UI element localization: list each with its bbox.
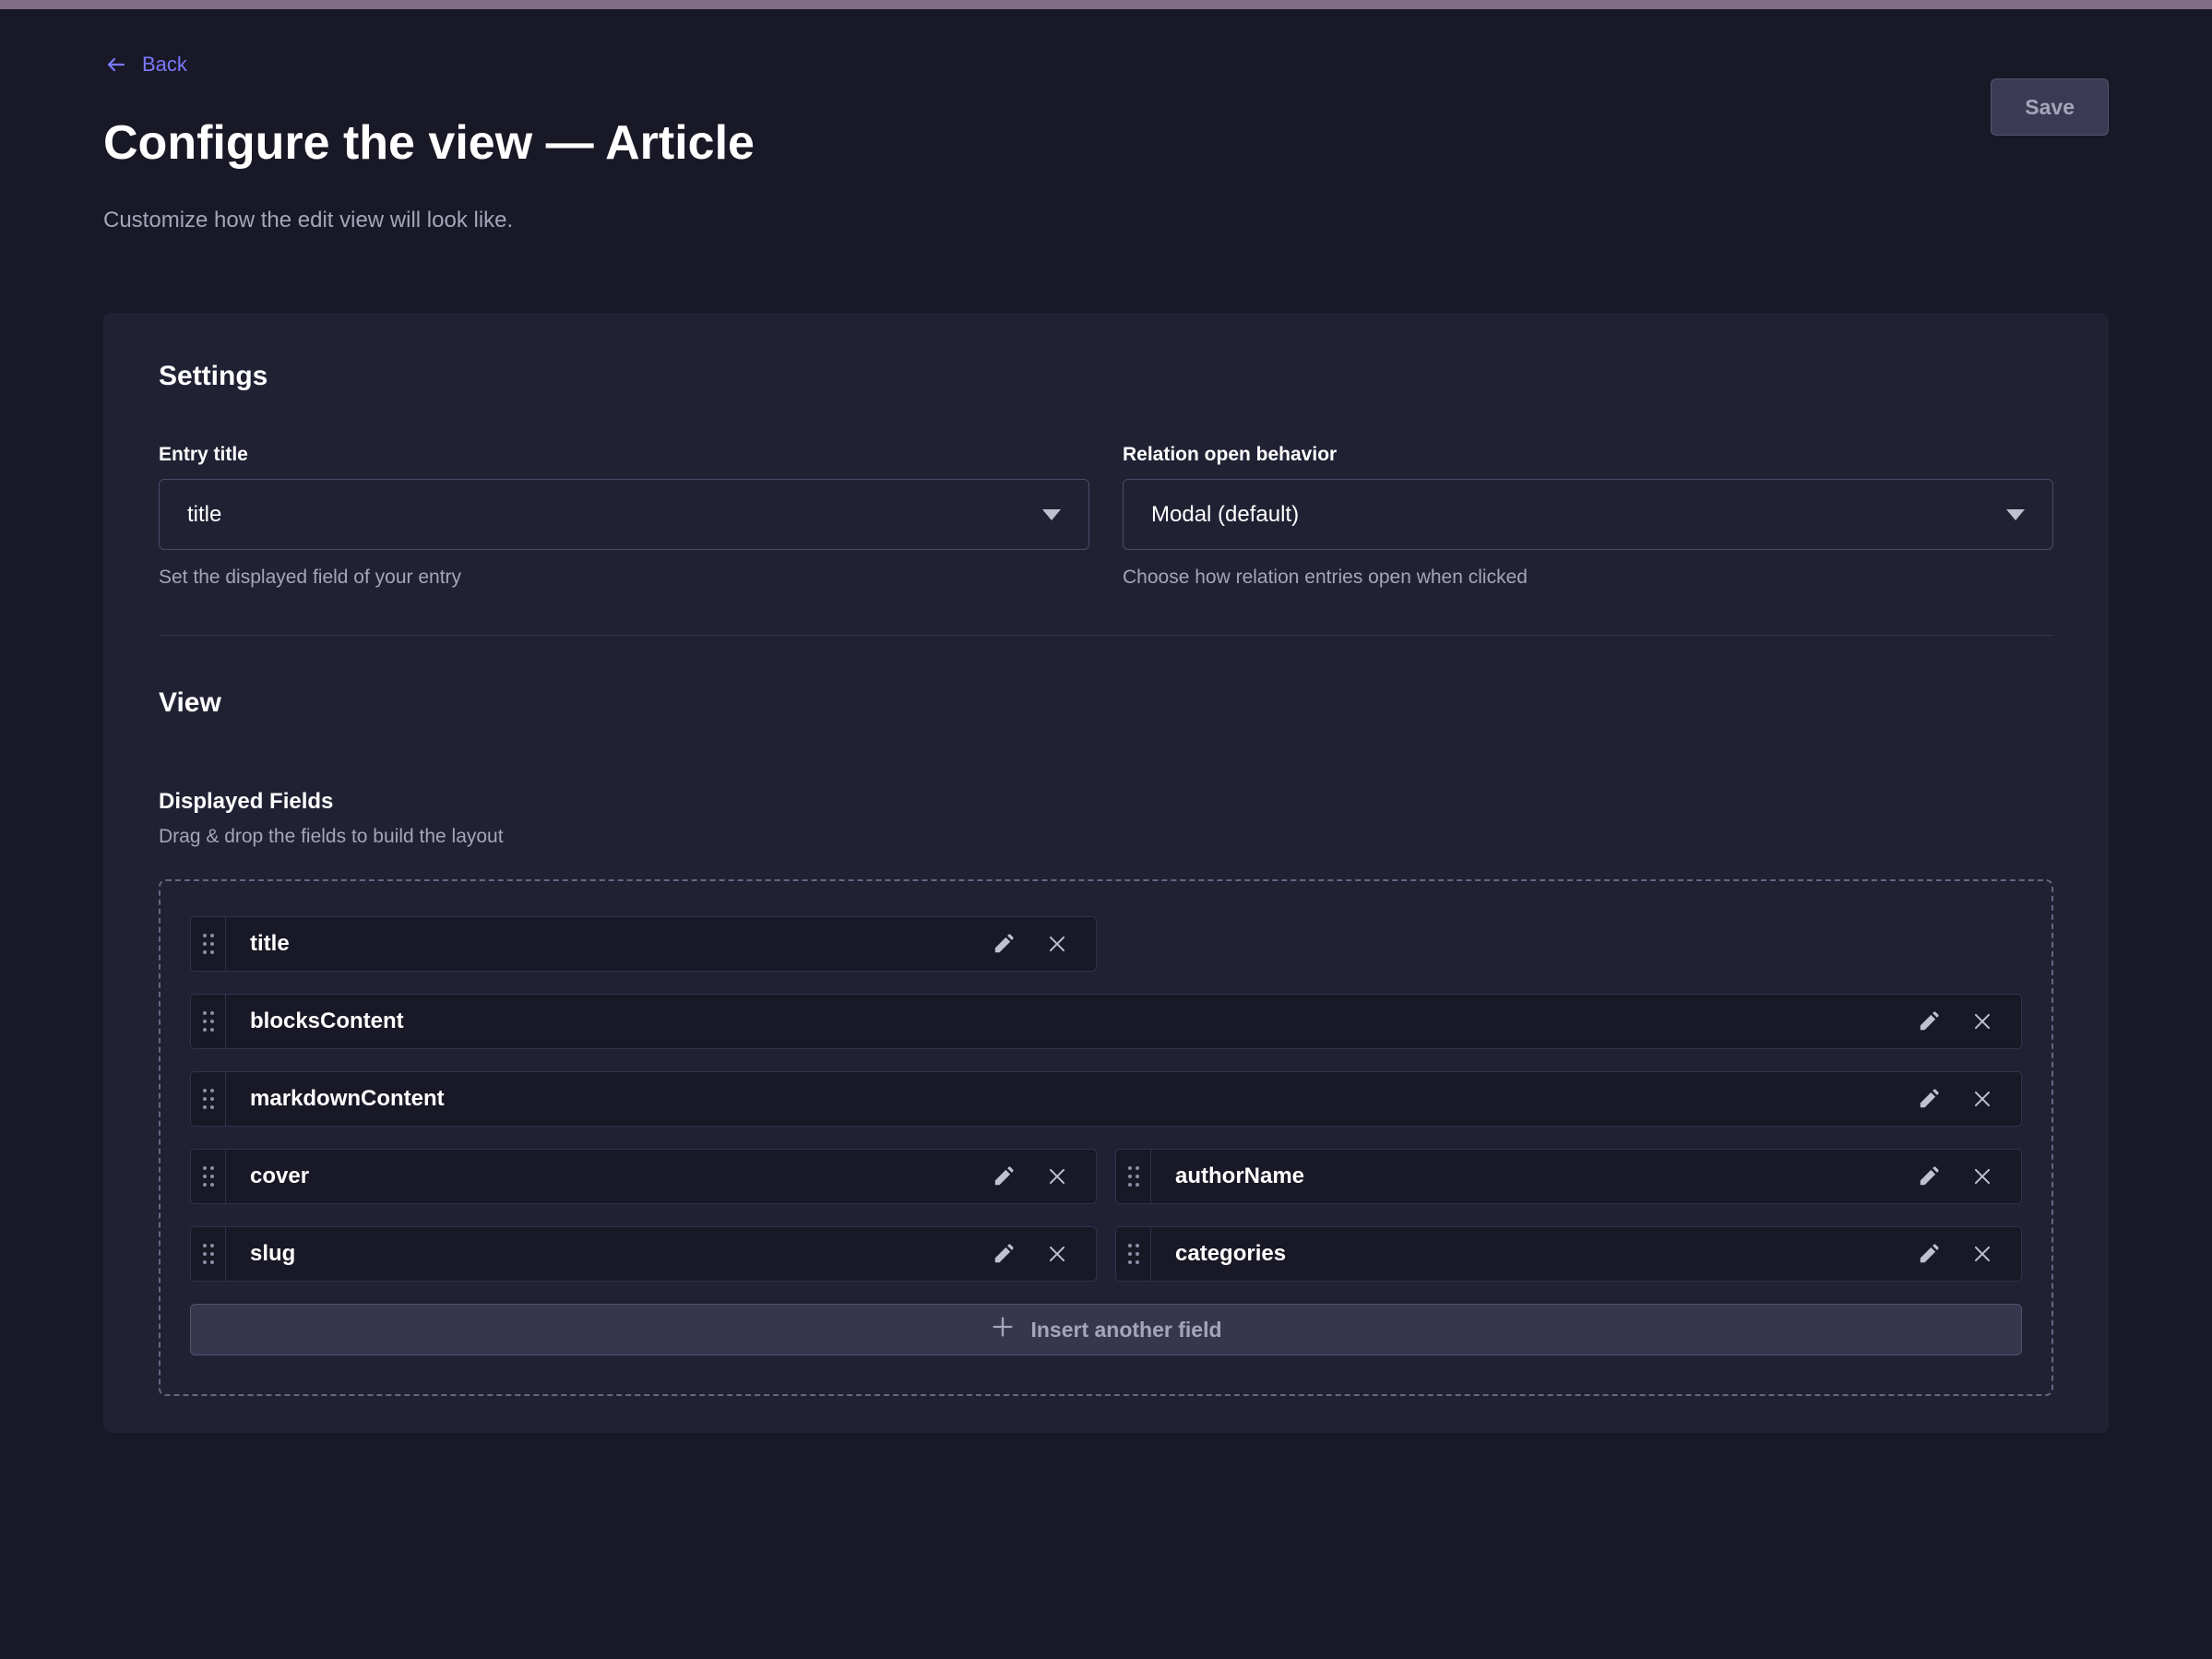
field-card-label: slug: [250, 1241, 983, 1267]
remove-field-button[interactable]: [1037, 1234, 1077, 1274]
remove-field-button[interactable]: [1962, 1156, 2003, 1197]
field-cell: title: [190, 916, 1097, 972]
remove-field-button[interactable]: [1037, 1156, 1077, 1197]
field-card[interactable]: markdownContent: [190, 1071, 2022, 1127]
field-card-label: markdownContent: [250, 1086, 1909, 1112]
field-card[interactable]: authorName: [1115, 1149, 2022, 1204]
relation-behavior-hint: Choose how relation entries open when cl…: [1123, 567, 2053, 589]
top-accent-bar: [0, 0, 2212, 9]
settings-form-row: Entry title title Set the displayed fiel…: [159, 444, 2053, 589]
field-card-actions: [1909, 1079, 2003, 1119]
field-cell: cover: [190, 1149, 1097, 1204]
edit-field-button[interactable]: [1909, 1079, 1949, 1119]
field-cell: categories: [1115, 1226, 2022, 1282]
field-cell: blocksContent: [190, 994, 2022, 1049]
view-heading: View: [159, 687, 2053, 719]
displayed-fields-dropzone: title blocksContent: [159, 879, 2053, 1396]
configuration-panel: Settings Entry title title Set the displ…: [103, 313, 2109, 1433]
field-row: slug categories: [190, 1226, 2022, 1282]
edit-field-button[interactable]: [1909, 1156, 1949, 1197]
field-cell: markdownContent: [190, 1071, 2022, 1127]
remove-field-button[interactable]: [1962, 1234, 2003, 1274]
chevron-down-icon: [2006, 509, 2025, 520]
field-card-label: blocksContent: [250, 1009, 1909, 1034]
field-card-actions: [1909, 1001, 2003, 1042]
field-card-actions: [1909, 1234, 2003, 1274]
edit-field-button[interactable]: [983, 1234, 1024, 1274]
field-row: title: [190, 916, 2022, 972]
field-card[interactable]: cover: [190, 1149, 1097, 1204]
drag-handle-icon[interactable]: [191, 995, 226, 1048]
page-subtitle: Customize how the edit view will look li…: [103, 208, 2109, 233]
field-card-actions: [983, 1234, 1077, 1274]
arrow-left-icon: [103, 54, 129, 76]
entry-title-select[interactable]: title: [159, 479, 1089, 550]
edit-field-button[interactable]: [983, 1156, 1024, 1197]
back-label: Back: [142, 53, 187, 77]
drag-handle-icon[interactable]: [191, 917, 226, 971]
insert-field-label: Insert another field: [1030, 1318, 1221, 1343]
entry-title-hint: Set the displayed field of your entry: [159, 567, 1089, 589]
field-cell: slug: [190, 1226, 1097, 1282]
field-card-label: title: [250, 931, 983, 957]
page-content: Back Save Configure the view — Article C…: [0, 9, 2212, 1433]
remove-field-button[interactable]: [1962, 1079, 2003, 1119]
remove-field-button[interactable]: [1037, 924, 1077, 964]
edit-field-button[interactable]: [983, 924, 1024, 964]
displayed-fields-title: Displayed Fields: [159, 789, 2053, 815]
drag-handle-icon[interactable]: [1116, 1150, 1151, 1203]
edit-field-button[interactable]: [1909, 1001, 1949, 1042]
save-button[interactable]: Save: [1991, 78, 2109, 136]
entry-title-label: Entry title: [159, 444, 1089, 466]
field-card[interactable]: categories: [1115, 1226, 2022, 1282]
entry-title-field: Entry title title Set the displayed fiel…: [159, 444, 1089, 589]
displayed-fields-hint: Drag & drop the fields to build the layo…: [159, 826, 2053, 848]
drag-handle-icon[interactable]: [191, 1150, 226, 1203]
field-card-label: authorName: [1175, 1164, 1909, 1189]
field-card[interactable]: slug: [190, 1226, 1097, 1282]
remove-field-button[interactable]: [1962, 1001, 2003, 1042]
relation-behavior-label: Relation open behavior: [1123, 444, 2053, 466]
drag-handle-icon[interactable]: [191, 1072, 226, 1126]
entry-title-value: title: [187, 502, 221, 528]
field-card[interactable]: title: [190, 916, 1097, 972]
chevron-down-icon: [1042, 509, 1061, 520]
settings-heading: Settings: [159, 361, 2053, 392]
section-divider: [159, 635, 2053, 636]
relation-behavior-field: Relation open behavior Modal (default) C…: [1123, 444, 2053, 589]
drag-handle-icon[interactable]: [1116, 1227, 1151, 1281]
field-card[interactable]: blocksContent: [190, 994, 2022, 1049]
field-card-actions: [983, 1156, 1077, 1197]
field-card-actions: [1909, 1156, 2003, 1197]
field-card-actions: [983, 924, 1077, 964]
relation-behavior-select[interactable]: Modal (default): [1123, 479, 2053, 550]
field-card-label: categories: [1175, 1241, 1909, 1267]
back-link[interactable]: Back: [103, 53, 187, 77]
edit-field-button[interactable]: [1909, 1234, 1949, 1274]
field-row: blocksContent: [190, 994, 2022, 1049]
field-row: cover authorName: [190, 1149, 2022, 1204]
plus-icon: [990, 1314, 1016, 1345]
field-row: markdownContent: [190, 1071, 2022, 1127]
field-cell: authorName: [1115, 1149, 2022, 1204]
field-rows: title blocksContent: [190, 916, 2022, 1282]
drag-handle-icon[interactable]: [191, 1227, 226, 1281]
relation-behavior-value: Modal (default): [1151, 502, 1299, 528]
field-card-label: cover: [250, 1164, 983, 1189]
insert-field-button[interactable]: Insert another field: [190, 1304, 2022, 1355]
page-title: Configure the view — Article: [103, 115, 2109, 171]
